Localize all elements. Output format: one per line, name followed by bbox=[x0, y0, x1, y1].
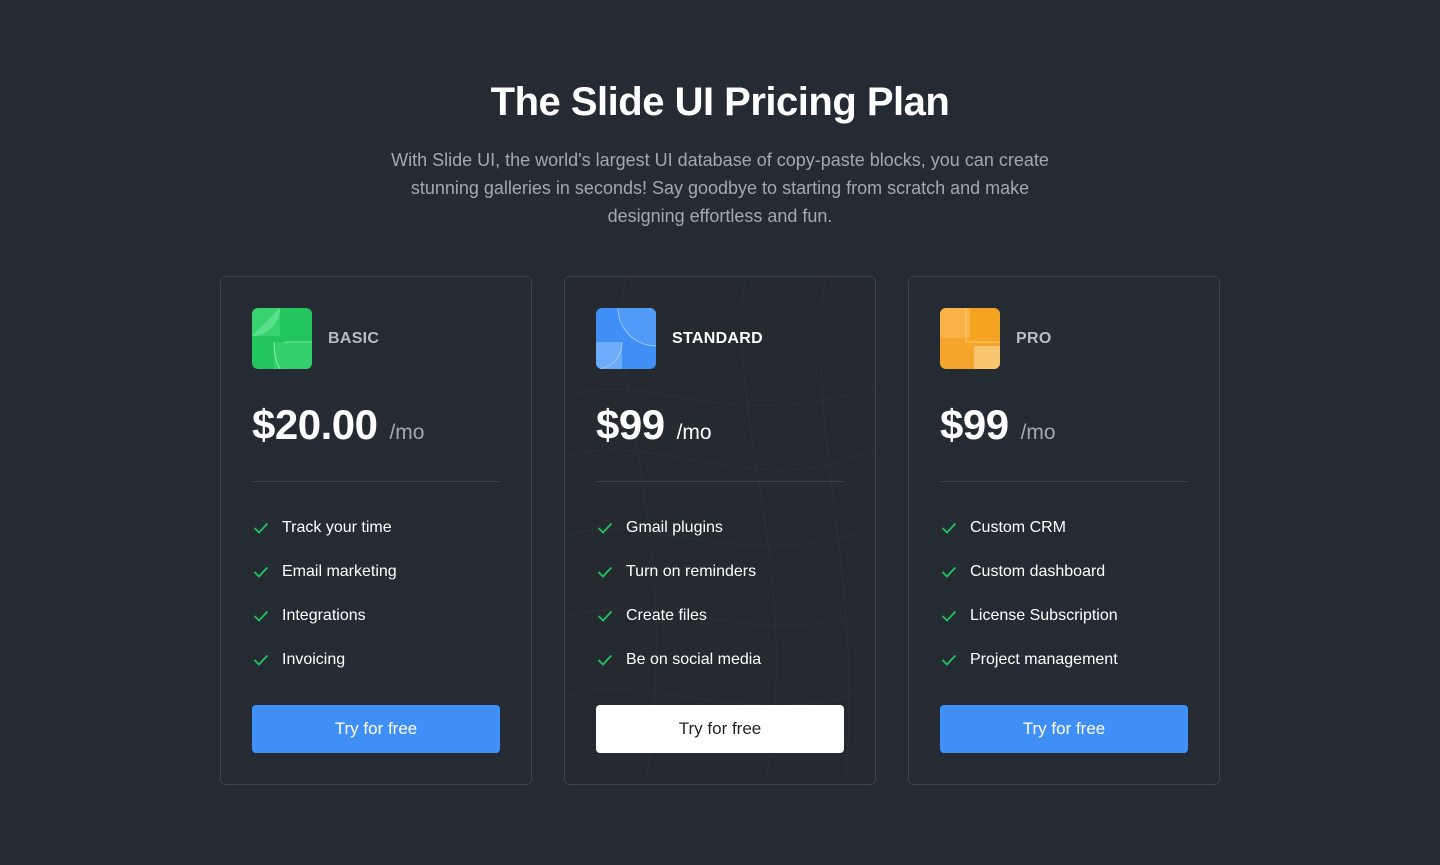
price-row: $20.00 /mo bbox=[252, 401, 424, 449]
feature-label: Custom dashboard bbox=[970, 563, 1106, 580]
divider bbox=[940, 481, 1188, 482]
plan-name: BASIC bbox=[328, 330, 380, 347]
check-icon bbox=[254, 523, 268, 534]
check-icon bbox=[598, 523, 612, 534]
pricing-card-standard: STANDARD $99 /mo Gmail plugins Turn on r… bbox=[564, 276, 876, 785]
feature-item: Track your time bbox=[252, 515, 512, 541]
plan-name: STANDARD bbox=[672, 330, 763, 347]
feature-item: Be on social media bbox=[596, 647, 856, 673]
pricing-card-pro: PRO $99 /mo Custom CRM Custom dashboard … bbox=[908, 276, 1220, 785]
check-icon bbox=[598, 655, 612, 666]
standard-plan-logo-icon bbox=[596, 308, 656, 369]
check-icon bbox=[942, 523, 956, 534]
check-icon bbox=[254, 567, 268, 578]
feature-item: Custom CRM bbox=[940, 515, 1200, 541]
basic-plan-logo-icon bbox=[252, 308, 312, 369]
feature-item: License Subscription bbox=[940, 603, 1200, 629]
pricing-page: The Slide UI Pricing Plan With Slide UI,… bbox=[0, 0, 1440, 865]
feature-item: Project management bbox=[940, 647, 1200, 673]
feature-item: Invoicing bbox=[252, 647, 512, 673]
feature-label: Email marketing bbox=[282, 563, 397, 580]
pro-plan-logo-icon bbox=[940, 308, 1000, 369]
feature-label: Track your time bbox=[282, 519, 392, 536]
feature-label: License Subscription bbox=[970, 607, 1118, 624]
feature-item: Custom dashboard bbox=[940, 559, 1200, 585]
page-subtitle: With Slide UI, the world's largest UI da… bbox=[391, 150, 1049, 226]
check-icon bbox=[598, 611, 612, 622]
feature-label: Turn on reminders bbox=[626, 563, 757, 580]
feature-label: Integrations bbox=[282, 607, 366, 624]
price-period: /mo bbox=[1020, 421, 1056, 444]
feature-list: Custom CRM Custom dashboard License Subs… bbox=[940, 515, 1200, 691]
plan-price: $99 bbox=[940, 401, 1009, 448]
feature-item: Create files bbox=[596, 603, 856, 629]
try-for-free-button-basic[interactable]: Try for free bbox=[252, 705, 500, 753]
page-title: The Slide UI Pricing Plan bbox=[490, 80, 950, 124]
check-icon bbox=[942, 655, 956, 666]
divider bbox=[252, 481, 500, 482]
feature-item: Gmail plugins bbox=[596, 515, 856, 541]
pricing-cards: BASIC $20.00 /mo Track your time Email m… bbox=[220, 276, 1220, 785]
plan-name: PRO bbox=[1016, 330, 1052, 347]
plan-price: $20.00 bbox=[252, 401, 378, 448]
try-for-free-button-pro[interactable]: Try for free bbox=[940, 705, 1188, 753]
feature-item: Email marketing bbox=[252, 559, 512, 585]
divider bbox=[596, 481, 844, 482]
check-icon bbox=[254, 655, 268, 666]
price-row: $99 /mo bbox=[596, 401, 712, 449]
check-icon bbox=[942, 567, 956, 578]
plan-price: $99 bbox=[596, 401, 665, 448]
check-icon bbox=[254, 611, 268, 622]
check-icon bbox=[942, 611, 956, 622]
price-row: $99 /mo bbox=[940, 401, 1056, 449]
check-icon bbox=[598, 567, 612, 578]
price-period: /mo bbox=[389, 421, 425, 444]
feature-label: Invoicing bbox=[282, 651, 346, 668]
feature-list: Gmail plugins Turn on reminders Create f… bbox=[596, 515, 856, 691]
feature-label: Project management bbox=[970, 651, 1118, 668]
try-for-free-button-standard[interactable]: Try for free bbox=[596, 705, 844, 753]
feature-item: Turn on reminders bbox=[596, 559, 856, 585]
feature-label: Custom CRM bbox=[970, 519, 1067, 536]
feature-list: Track your time Email marketing Integrat… bbox=[252, 515, 512, 691]
price-period: /mo bbox=[676, 421, 712, 444]
feature-label: Be on social media bbox=[626, 651, 762, 668]
pricing-card-basic: BASIC $20.00 /mo Track your time Email m… bbox=[220, 276, 532, 785]
feature-item: Integrations bbox=[252, 603, 512, 629]
feature-label: Create files bbox=[626, 607, 707, 624]
feature-label: Gmail plugins bbox=[626, 519, 723, 536]
